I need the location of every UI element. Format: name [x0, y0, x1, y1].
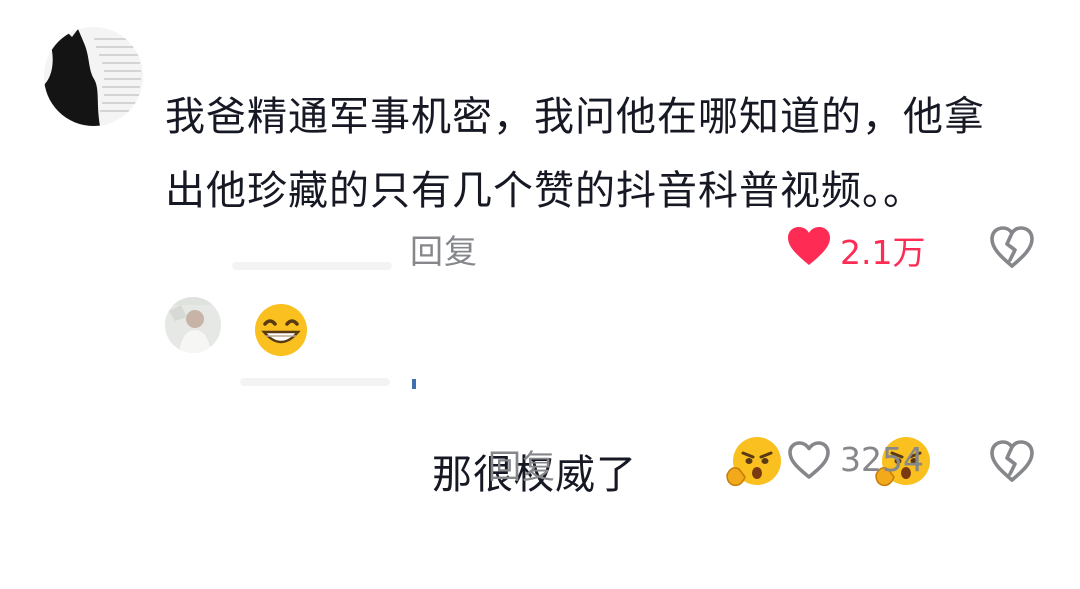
- avatar[interactable]: [44, 27, 143, 126]
- reply-button[interactable]: 回复: [488, 440, 556, 488]
- heart-filled-icon[interactable]: [787, 226, 831, 270]
- broken-heart-icon[interactable]: [990, 440, 1034, 486]
- username-placeholder: [240, 378, 390, 386]
- like-count: 2.1万: [840, 233, 926, 272]
- like-count: 3254: [840, 440, 924, 479]
- heart-outline-icon[interactable]: [787, 440, 831, 484]
- broken-heart-icon[interactable]: [990, 226, 1034, 272]
- thinking-angry-emoji: [643, 361, 785, 589]
- avatar[interactable]: [165, 297, 221, 353]
- avatar-image: [44, 27, 143, 126]
- reply-button[interactable]: 回复: [410, 225, 478, 273]
- username-placeholder: [232, 262, 392, 270]
- comment-body: 我爸精通军事机密，我问他在哪知道的，他拿出他珍藏的只有几个赞的抖音科普视频。。: [165, 94, 985, 214]
- verified-mark-icon: [412, 379, 416, 389]
- avatar-image: [165, 297, 221, 353]
